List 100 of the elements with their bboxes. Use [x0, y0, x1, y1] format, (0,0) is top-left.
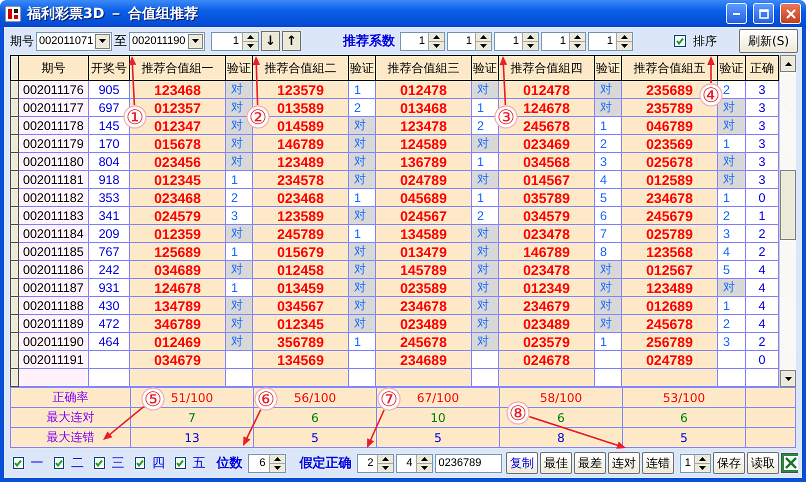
- number-callout: ⑧: [506, 401, 530, 425]
- summary-value: 5: [622, 428, 746, 448]
- check-cell: 对: [594, 296, 622, 314]
- numbers-field[interactable]: 0236789: [434, 454, 502, 472]
- combo-cell: 025789: [622, 224, 718, 242]
- close-button[interactable]: [780, 3, 801, 24]
- check-cell: 对: [348, 242, 376, 260]
- check-cell: 对: [226, 332, 252, 350]
- check-cell: 1: [348, 80, 376, 98]
- check-cell: 对: [348, 116, 376, 134]
- combo-cell: 125689: [130, 242, 226, 260]
- spin-arrows-icon[interactable]: [522, 32, 538, 50]
- minimize-button[interactable]: [726, 3, 747, 24]
- scroll-down-icon[interactable]: [780, 370, 796, 387]
- spin-arrows-icon[interactable]: [416, 454, 432, 472]
- action-button[interactable]: 连对: [608, 452, 640, 474]
- number-spinner[interactable]: 1: [211, 32, 259, 50]
- combo-cell: 023579: [498, 332, 594, 350]
- spin-arrows-icon[interactable]: [242, 32, 258, 50]
- check-cell: 对: [348, 206, 376, 224]
- check-cell: 对: [472, 296, 498, 314]
- action-button[interactable]: 最佳: [540, 452, 572, 474]
- number-spinner[interactable]: 1: [447, 32, 492, 50]
- vertical-scrollbar[interactable]: [779, 55, 796, 387]
- check-cell: 5: [594, 188, 622, 206]
- correct-cell: 3: [746, 116, 778, 134]
- summary-value: 5: [376, 428, 500, 448]
- checkbox[interactable]: [54, 457, 64, 469]
- action-button[interactable]: 最差: [574, 452, 606, 474]
- spreadsheet-icon[interactable]: [780, 453, 798, 473]
- check-cell: 6: [594, 206, 622, 224]
- number-spinner[interactable]: 1: [680, 454, 711, 472]
- checkbox[interactable]: [175, 457, 186, 469]
- move-up-button[interactable]: ↑: [282, 31, 301, 51]
- check-cell: 对: [348, 260, 376, 278]
- issue-cell: 002011182: [18, 188, 88, 206]
- check-cell: 对: [594, 278, 622, 296]
- combo-cell: 012359: [130, 224, 226, 242]
- issue-cell: 002011185: [18, 242, 88, 260]
- to-label: 至: [114, 33, 127, 50]
- maximize-button[interactable]: [753, 3, 774, 24]
- check-cell: 对: [718, 116, 746, 134]
- number-spinner[interactable]: 4: [396, 454, 433, 472]
- spin-arrows-icon[interactable]: [428, 32, 444, 50]
- number-callout: ③: [494, 105, 518, 129]
- combo-cell: 013468: [376, 98, 472, 116]
- combo-cell: 024567: [376, 206, 472, 224]
- issue-cell: 002011186: [18, 260, 88, 278]
- combo-cell: 012458: [252, 260, 348, 278]
- check-cell: 2: [348, 98, 376, 116]
- number-spinner[interactable]: 1: [400, 32, 445, 50]
- spin-arrows-icon[interactable]: [569, 32, 585, 50]
- check-cell: 1: [348, 332, 376, 350]
- load-button[interactable]: 读取: [746, 452, 779, 474]
- combo-cell: 024789: [376, 170, 472, 188]
- number-spinner[interactable]: 2: [356, 454, 394, 472]
- draw-cell: 353: [88, 188, 130, 206]
- summary-label: 最大连错: [10, 428, 130, 448]
- save-button[interactable]: 保存: [712, 452, 745, 474]
- action-button[interactable]: 复制: [506, 452, 538, 474]
- combo-cell: 013479: [376, 242, 472, 260]
- checkbox[interactable]: [94, 457, 105, 469]
- move-down-button[interactable]: ↓: [261, 31, 280, 51]
- pointer-arrow: [367, 410, 385, 448]
- scroll-thumb[interactable]: [780, 170, 796, 240]
- number-spinner[interactable]: 1: [588, 32, 633, 50]
- column-header: 开奖号: [88, 56, 130, 80]
- spin-arrows-icon[interactable]: [268, 454, 285, 472]
- combo-cell: 012345: [130, 170, 226, 188]
- spin-arrows-icon[interactable]: [616, 32, 632, 50]
- check-cell: 对: [226, 152, 252, 170]
- spin-arrows-icon[interactable]: [475, 32, 491, 50]
- combo-cell: 023468: [130, 188, 226, 206]
- check-cell: 对: [472, 134, 498, 152]
- window-title: 福利彩票3D － 合值组推荐: [27, 4, 200, 22]
- action-button[interactable]: 连错: [642, 452, 674, 474]
- number-spinner[interactable]: 1: [541, 32, 586, 50]
- checkbox[interactable]: [674, 35, 686, 47]
- from-issue-dropdown[interactable]: 002011071: [36, 32, 112, 50]
- checkbox[interactable]: [134, 457, 146, 469]
- column-header: 期号: [18, 56, 88, 80]
- number-spinner[interactable]: 1: [494, 32, 539, 50]
- scroll-up-icon[interactable]: [780, 55, 796, 72]
- draw-cell: 209: [88, 224, 130, 242]
- to-issue-dropdown[interactable]: 002011190: [129, 32, 205, 50]
- column-header: 验证: [226, 56, 252, 80]
- spin-arrows-icon[interactable]: [376, 454, 393, 472]
- number-spinner[interactable]: 6: [248, 454, 286, 472]
- combo-cell: 013459: [252, 278, 348, 296]
- check-cell: 对: [226, 314, 252, 332]
- column-header: 验证: [472, 56, 498, 80]
- checkbox[interactable]: [13, 457, 24, 469]
- spin-arrows-icon[interactable]: [694, 454, 710, 472]
- refresh-button[interactable]: 刷新(S): [739, 29, 798, 53]
- check-cell: 对: [718, 152, 746, 170]
- check-cell: 对: [348, 278, 376, 296]
- combo-cell: 356789: [252, 332, 348, 350]
- issue-cell: 002011181: [18, 170, 88, 188]
- check-cell: 2: [472, 206, 498, 224]
- combo-cell: 015678: [130, 134, 226, 152]
